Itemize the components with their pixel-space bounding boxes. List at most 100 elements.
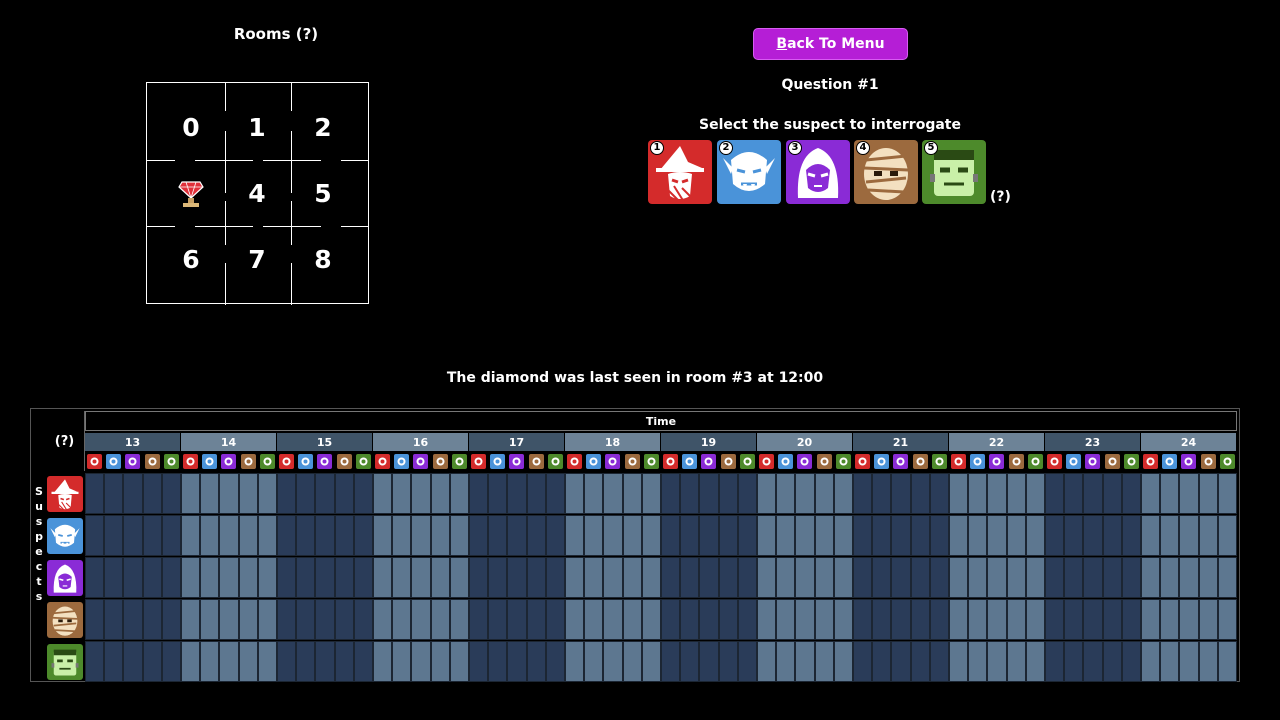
timeline-cell[interactable] bbox=[737, 599, 757, 640]
timeline-cell[interactable] bbox=[238, 599, 258, 640]
timeline-cell[interactable] bbox=[1121, 599, 1141, 640]
timeline-cell[interactable] bbox=[718, 641, 738, 682]
timeline-cell[interactable] bbox=[1006, 473, 1026, 514]
timeline-cell[interactable] bbox=[795, 599, 815, 640]
timeline-cell[interactable] bbox=[392, 515, 412, 556]
timeline-cell[interactable] bbox=[584, 473, 604, 514]
timeline-cell[interactable] bbox=[277, 473, 297, 514]
timeline-cell[interactable] bbox=[296, 641, 316, 682]
timeline-cell[interactable] bbox=[776, 641, 796, 682]
timeline-cell[interactable] bbox=[1025, 515, 1045, 556]
timeline-cell[interactable] bbox=[200, 641, 220, 682]
timeline-cell[interactable] bbox=[469, 599, 489, 640]
timeline-cell[interactable] bbox=[449, 557, 469, 598]
timeline-cell[interactable] bbox=[641, 515, 661, 556]
timeline-cell[interactable] bbox=[891, 515, 911, 556]
timeline-cell[interactable] bbox=[373, 599, 393, 640]
timeline-cell[interactable] bbox=[987, 557, 1007, 598]
timeline-cell[interactable] bbox=[929, 557, 949, 598]
timeline-cell[interactable] bbox=[968, 599, 988, 640]
timeline-cell[interactable] bbox=[392, 641, 412, 682]
timeline-cell[interactable] bbox=[929, 599, 949, 640]
timeline-cell[interactable] bbox=[373, 515, 393, 556]
timeline-cell[interactable] bbox=[392, 557, 412, 598]
timeline-cell[interactable] bbox=[737, 557, 757, 598]
timeline-cell[interactable] bbox=[1102, 641, 1122, 682]
timeline-cell[interactable] bbox=[507, 557, 527, 598]
timeline-cell[interactable] bbox=[181, 515, 201, 556]
timeline-cell[interactable] bbox=[891, 641, 911, 682]
timeline-cell[interactable] bbox=[123, 473, 143, 514]
timeline-cell[interactable] bbox=[661, 599, 681, 640]
row-suspect-ghoul[interactable] bbox=[47, 518, 83, 554]
timeline-cell[interactable] bbox=[430, 599, 450, 640]
timeline-cell[interactable] bbox=[373, 473, 393, 514]
timeline-cell[interactable] bbox=[1083, 641, 1103, 682]
timeline-cell[interactable] bbox=[1045, 515, 1065, 556]
timeline-cell[interactable] bbox=[718, 515, 738, 556]
timeline-cell[interactable] bbox=[296, 515, 316, 556]
timeline-cell[interactable] bbox=[257, 599, 277, 640]
timeline-cell[interactable] bbox=[1025, 473, 1045, 514]
timeline-cell[interactable] bbox=[334, 515, 354, 556]
timeline-cell[interactable] bbox=[949, 473, 969, 514]
timeline-cell[interactable] bbox=[296, 599, 316, 640]
row-suspect-vampire[interactable] bbox=[47, 560, 83, 596]
timeline-cell[interactable] bbox=[200, 557, 220, 598]
timeline-cell[interactable] bbox=[200, 515, 220, 556]
timeline-cell[interactable] bbox=[1217, 641, 1237, 682]
timeline-cell[interactable] bbox=[661, 473, 681, 514]
timeline-cell[interactable] bbox=[430, 473, 450, 514]
timeline-cell[interactable] bbox=[833, 599, 853, 640]
timeline-cell[interactable] bbox=[699, 599, 719, 640]
timeline-cell[interactable] bbox=[238, 515, 258, 556]
timeline-cell[interactable] bbox=[622, 515, 642, 556]
timeline-cell[interactable] bbox=[565, 641, 585, 682]
timeline-cell[interactable] bbox=[315, 641, 335, 682]
timeline-cell[interactable] bbox=[334, 599, 354, 640]
timeline-cell[interactable] bbox=[757, 473, 777, 514]
timeline-cell[interactable] bbox=[469, 473, 489, 514]
timeline-cell[interactable] bbox=[1064, 599, 1084, 640]
timeline-cell[interactable] bbox=[987, 599, 1007, 640]
timeline-cell[interactable] bbox=[661, 557, 681, 598]
timeline-cell[interactable] bbox=[603, 641, 623, 682]
timeline-cell[interactable] bbox=[1160, 515, 1180, 556]
timeline-cell[interactable] bbox=[392, 473, 412, 514]
timeline-cell[interactable] bbox=[910, 515, 930, 556]
timeline-cell[interactable] bbox=[315, 515, 335, 556]
timeline-cell[interactable] bbox=[1045, 473, 1065, 514]
timeline-cell[interactable] bbox=[565, 473, 585, 514]
timeline-cell[interactable] bbox=[853, 515, 873, 556]
timeline-cell[interactable] bbox=[353, 557, 373, 598]
timeline-cell[interactable] bbox=[411, 599, 431, 640]
timeline-cell[interactable] bbox=[123, 515, 143, 556]
timeline-cell[interactable] bbox=[1217, 599, 1237, 640]
timeline-cell[interactable] bbox=[488, 557, 508, 598]
timeline-cell[interactable] bbox=[565, 557, 585, 598]
timeline-cell[interactable] bbox=[603, 515, 623, 556]
timeline-cell[interactable] bbox=[1198, 641, 1218, 682]
timeline-cell[interactable] bbox=[1160, 557, 1180, 598]
timeline-cell[interactable] bbox=[123, 557, 143, 598]
timeline-cell[interactable] bbox=[507, 515, 527, 556]
timeline-cell[interactable] bbox=[814, 599, 834, 640]
timeline-cell[interactable] bbox=[603, 599, 623, 640]
timeline-cell[interactable] bbox=[968, 557, 988, 598]
timeline-cell[interactable] bbox=[757, 515, 777, 556]
timeline-cell[interactable] bbox=[315, 557, 335, 598]
timeline-cell[interactable] bbox=[987, 515, 1007, 556]
timeline-cell[interactable] bbox=[949, 599, 969, 640]
timeline-cell[interactable] bbox=[411, 473, 431, 514]
timeline-cell[interactable] bbox=[104, 473, 124, 514]
timeline-cell[interactable] bbox=[1006, 557, 1026, 598]
timeline-cell[interactable] bbox=[104, 599, 124, 640]
timeline-help-link[interactable]: (?) bbox=[45, 411, 85, 471]
timeline-cell[interactable] bbox=[1141, 557, 1161, 598]
suspect-mummy-button[interactable]: 4 bbox=[854, 140, 918, 204]
timeline-cell[interactable] bbox=[85, 641, 105, 682]
timeline-cell[interactable] bbox=[1025, 641, 1045, 682]
timeline-cell[interactable] bbox=[219, 515, 239, 556]
timeline-cell[interactable] bbox=[181, 641, 201, 682]
timeline-cell[interactable] bbox=[968, 515, 988, 556]
